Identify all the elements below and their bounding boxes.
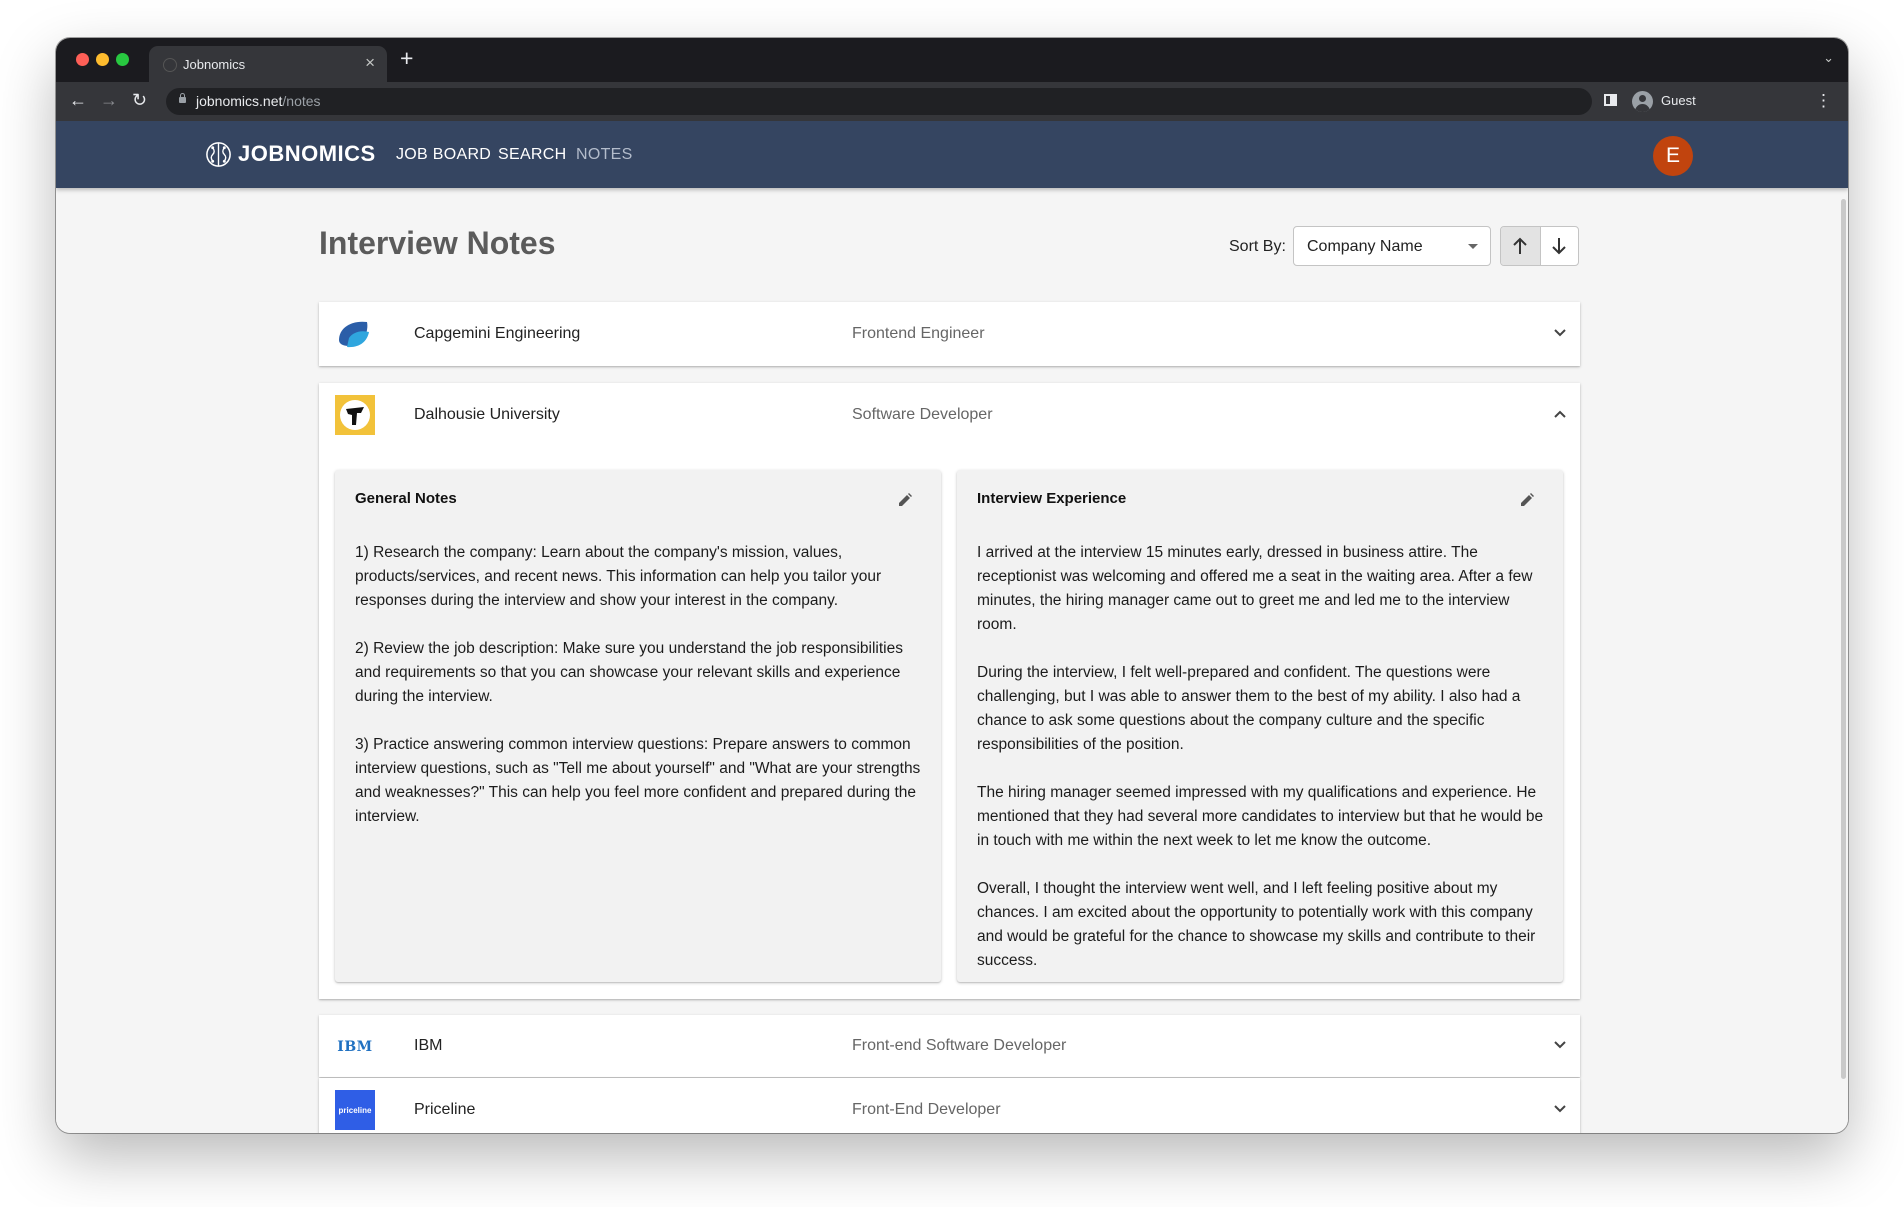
sort-ascending-button[interactable] [1501, 227, 1541, 265]
favicon-icon [163, 58, 177, 72]
menu-kebab-icon[interactable]: ⋮ [1815, 91, 1832, 111]
page-scrollbar[interactable] [1841, 199, 1846, 1079]
tab-title: Jobnomics [183, 57, 246, 72]
chevron-down-icon[interactable] [1553, 1040, 1567, 1050]
back-arrow-icon[interactable]: ← [69, 90, 87, 111]
company-name: Capgemini Engineering [414, 325, 581, 342]
job-title: Front-end Software Developer [852, 1037, 1067, 1054]
new-tab-icon[interactable]: + [400, 45, 413, 72]
capgemini-logo-icon [339, 321, 369, 348]
browser-toolbar: ← → ↻ jobnomics.net/notes Guest ⋮ [56, 82, 1848, 121]
app-header: JOBNOMICS JOB BOARD SEARCH NOTES E [56, 121, 1848, 188]
maximize-window-button[interactable] [116, 53, 129, 66]
note-paragraph: 3) Practice answering common interview q… [355, 736, 921, 825]
sort-label: Sort By: [1229, 238, 1286, 255]
sort-select[interactable]: Company Name [1293, 226, 1491, 266]
note-card-header[interactable]: IBM IBM Front-end Software Developer [319, 1015, 1580, 1079]
edit-pencil-icon[interactable] [897, 492, 913, 508]
edit-pencil-icon[interactable] [1519, 492, 1535, 508]
interview-experience-title: Interview Experience [977, 490, 1127, 507]
arrow-down-icon [1552, 238, 1566, 255]
company-name: Dalhousie University [414, 406, 560, 423]
caret-down-icon [1468, 244, 1478, 249]
chevron-down-icon[interactable] [1553, 1104, 1567, 1114]
minimize-window-button[interactable] [96, 53, 109, 66]
note-paragraph: Overall, I thought the interview went we… [977, 880, 1536, 969]
note-paragraph: During the interview, I felt well-prepar… [977, 664, 1521, 753]
nav-search[interactable]: SEARCH [498, 146, 566, 164]
page-title: Interview Notes [319, 225, 556, 261]
nav-job-board[interactable]: JOB BOARD [396, 146, 491, 164]
priceline-logo-icon: priceline [335, 1090, 375, 1130]
note-paragraph: 1) Research the company: Learn about the… [355, 544, 882, 609]
reload-icon[interactable]: ↻ [132, 90, 147, 111]
note-card: IBM IBM Front-end Software Developer [319, 1015, 1580, 1077]
general-notes-panel: General Notes 1) Research the company: L… [335, 470, 941, 982]
nav-notes[interactable]: NOTES [576, 146, 633, 164]
tab-search-chevron-icon[interactable]: ⌄ [1823, 50, 1834, 66]
ibm-logo-icon: IBM [337, 1039, 373, 1055]
brain-logo-icon[interactable] [204, 140, 233, 169]
note-paragraph: I arrived at the interview 15 minutes ea… [977, 544, 1533, 633]
sort-descending-button[interactable] [1540, 227, 1578, 265]
interview-experience-text: I arrived at the interview 15 minutes ea… [977, 541, 1545, 997]
note-card: priceline Priceline Front-End Developer [319, 1078, 1580, 1133]
brand-name[interactable]: JOBNOMICS [238, 141, 376, 167]
note-card-header[interactable]: Capgemini Engineering Frontend Engineer [319, 302, 1580, 366]
note-paragraph: 2) Review the job description: Make sure… [355, 640, 903, 705]
note-paragraph: The hiring manager seemed impressed with… [977, 784, 1544, 849]
note-card: Capgemini Engineering Frontend Engineer [319, 302, 1580, 366]
close-window-button[interactable] [76, 53, 89, 66]
general-notes-text: 1) Research the company: Learn about the… [355, 541, 923, 853]
chevron-up-icon[interactable] [1553, 409, 1567, 419]
forward-arrow-icon[interactable]: → [100, 90, 118, 111]
company-name: Priceline [414, 1101, 476, 1118]
note-card-header[interactable]: Dalhousie University Software Developer [319, 383, 1580, 447]
url-text: jobnomics.net/notes [196, 93, 321, 109]
page-content: JOBNOMICS JOB BOARD SEARCH NOTES E Inter… [56, 121, 1848, 1133]
user-avatar[interactable]: E [1653, 136, 1693, 176]
chevron-down-icon[interactable] [1553, 328, 1567, 338]
job-title: Software Developer [852, 406, 993, 423]
job-title: Front-End Developer [852, 1101, 1001, 1118]
lock-icon [179, 93, 186, 103]
address-bar[interactable]: jobnomics.net/notes [166, 88, 1592, 115]
profile-label[interactable]: Guest [1661, 93, 1696, 108]
dalhousie-logo-icon [335, 395, 375, 435]
job-title: Frontend Engineer [852, 325, 985, 342]
general-notes-title: General Notes [355, 490, 457, 507]
browser-tab-bar: Jobnomics × + ⌄ [56, 38, 1848, 82]
interview-experience-panel: Interview Experience I arrived at the in… [957, 470, 1563, 982]
note-card-expanded: Dalhousie University Software Developer … [319, 383, 1580, 999]
sort-direction-group [1500, 226, 1579, 266]
note-card-header[interactable]: priceline Priceline Front-End Developer [319, 1078, 1580, 1133]
arrow-up-icon [1513, 237, 1527, 254]
company-name: IBM [414, 1037, 443, 1054]
profile-icon[interactable] [1632, 91, 1653, 112]
close-tab-icon[interactable]: × [365, 53, 375, 73]
sort-select-value: Company Name [1307, 238, 1423, 255]
browser-tab[interactable]: Jobnomics × [149, 46, 387, 82]
side-panel-icon[interactable] [1604, 94, 1617, 106]
browser-window: Jobnomics × + ⌄ ← → ↻ jobnomics.net/note… [56, 38, 1848, 1133]
